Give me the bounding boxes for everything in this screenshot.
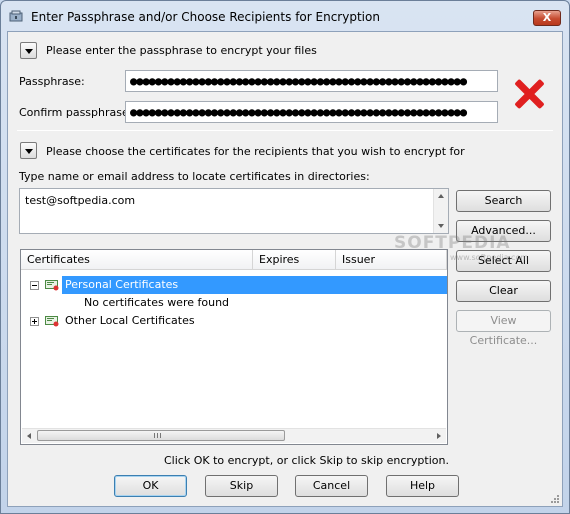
clear-button[interactable]: Clear [456, 280, 551, 302]
close-button[interactable]: X [533, 10, 561, 26]
recipients-heading: Please choose the certificates for the r… [46, 145, 465, 158]
footer-hint: Click OK to encrypt, or click Skip to sk… [164, 454, 449, 467]
tree-node-other-local-certificates[interactable]: Other Local Certificates [21, 312, 447, 330]
confirm-passphrase-input[interactable]: ●●●●●●●●●●●●●●●●●●●●●●●●●●●●●●●●●●●●●●●●… [125, 101, 498, 123]
column-header-certificates-label: Certificates [27, 253, 90, 266]
search-button[interactable]: Search [456, 190, 551, 212]
scroll-thumb[interactable] [37, 430, 285, 441]
collapse-passphrase-toggle[interactable] [20, 42, 37, 59]
search-input-text: test@softpedia.com [25, 194, 136, 207]
expand-icon[interactable] [30, 317, 39, 326]
passphrase-label: Passphrase: [19, 75, 85, 88]
dialog-body: Please enter the passphrase to encrypt y… [7, 31, 563, 507]
passphrase-input[interactable]: ●●●●●●●●●●●●●●●●●●●●●●●●●●●●●●●●●●●●●●●●… [125, 70, 498, 92]
resize-grip-icon[interactable] [550, 494, 560, 504]
column-header-expires[interactable]: Expires [253, 250, 336, 270]
window-title: Enter Passphrase and/or Choose Recipient… [31, 10, 380, 24]
tree-node-label: Other Local Certificates [65, 314, 195, 327]
scroll-left-icon[interactable] [27, 433, 31, 439]
search-input[interactable]: test@softpedia.com [19, 188, 449, 234]
certificate-folder-icon [45, 280, 59, 291]
tree-node-label: No certificates were found [84, 296, 230, 309]
certificate-folder-icon [45, 316, 59, 327]
tree-horizontal-scrollbar[interactable] [22, 428, 446, 443]
softpedia-url-watermark: www.softpedia.com [450, 253, 529, 262]
confirm-passphrase-label: Confirm passphrase: [19, 106, 133, 119]
column-header-certificates[interactable]: Certificates [21, 250, 253, 270]
ok-button[interactable]: OK [114, 475, 187, 497]
view-certificate-button[interactable]: View Certificate... [456, 310, 551, 347]
section-divider [17, 130, 553, 131]
collapse-recipients-toggle[interactable] [20, 142, 37, 159]
scroll-right-icon[interactable] [437, 433, 441, 439]
tree-node-label: Personal Certificates [65, 278, 179, 291]
search-input-scrollbar[interactable] [433, 189, 448, 233]
title-bar[interactable]: Enter Passphrase and/or Choose Recipient… [1, 1, 569, 31]
tree-node-personal-certificates[interactable]: Personal Certificates [21, 276, 447, 294]
passphrase-heading: Please enter the passphrase to encrypt y… [46, 44, 317, 57]
red-x-icon [512, 79, 548, 109]
skip-button[interactable]: Skip [205, 475, 278, 497]
column-header-issuer-label: Issuer [342, 253, 375, 266]
help-button[interactable]: Help [386, 475, 459, 497]
scroll-up-icon[interactable] [438, 194, 444, 198]
column-header-issuer[interactable]: Issuer [336, 250, 447, 270]
column-header-expires-label: Expires [259, 253, 300, 266]
tree-node-empty-message: No certificates were found [21, 294, 447, 312]
collapse-icon[interactable] [30, 281, 39, 290]
app-icon [9, 10, 23, 22]
dialog-window: Enter Passphrase and/or Choose Recipient… [0, 0, 570, 514]
cancel-button[interactable]: Cancel [295, 475, 368, 497]
close-icon: X [542, 11, 552, 24]
certificates-tree[interactable]: Certificates Expires Issuer Personal Cer… [20, 249, 448, 445]
scroll-down-icon[interactable] [438, 224, 444, 228]
search-prompt-label: Type name or email address to locate cer… [19, 170, 370, 183]
